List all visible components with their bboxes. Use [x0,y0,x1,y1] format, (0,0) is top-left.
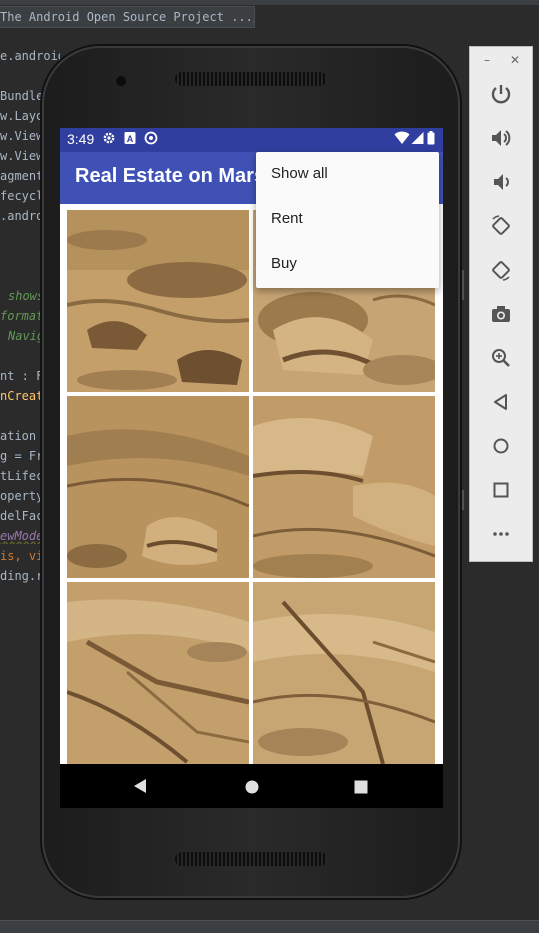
app-title: Real Estate on Mars [75,165,266,187]
gutter-mark [462,270,464,300]
gutter-mark [462,490,464,510]
sync-icon [144,131,158,149]
editor-tab-label: The Android Open Source Project .../ [0,10,255,24]
status-time: 3:49 [67,131,95,147]
battery-icon [427,131,435,149]
status-bar: 3:49 A [60,128,443,152]
volume-down-icon[interactable] [486,167,516,197]
photo-grid [67,210,435,808]
power-icon[interactable] [486,79,516,109]
signal-icon [411,131,424,149]
mars-photo-6[interactable] [253,582,435,764]
emulator-side-panel: – ✕ [469,46,533,562]
home-icon[interactable] [486,431,516,461]
front-camera [116,76,126,86]
back-icon[interactable] [486,387,516,417]
close-icon[interactable]: ✕ [510,53,520,67]
code-line: e.android [0,49,60,63]
editor-tab[interactable]: The Android Open Source Project .../ [0,6,255,28]
mars-photo-5[interactable] [67,582,249,764]
overflow-menu: Show all Rent Buy [256,152,439,288]
menu-item-buy[interactable]: Buy [256,242,439,286]
navigation-bar [60,764,443,808]
rotate-right-icon[interactable] [486,255,516,285]
mars-photo-3[interactable] [67,396,249,578]
home-icon[interactable] [245,779,259,798]
svg-text:A: A [127,134,134,144]
a-icon: A [124,131,136,149]
bottom-speaker [175,852,327,866]
ide-top-strip [0,0,539,5]
menu-item-show-all[interactable]: Show all [256,152,439,196]
ide-status-strip [0,920,539,933]
recents-icon[interactable] [354,779,368,798]
settings-icon [102,131,116,149]
phone-screen: 3:49 A Real Estate on Mars Show all Rent… [60,128,443,808]
back-icon[interactable] [133,778,147,798]
wifi-icon [394,131,410,149]
camera-icon[interactable] [486,299,516,329]
menu-item-rent[interactable]: Rent [256,197,439,241]
mars-photo-1[interactable] [67,210,249,392]
overview-icon[interactable] [486,475,516,505]
top-speaker [175,72,327,86]
more-icon[interactable] [486,519,516,549]
phone-frame: 3:49 A Real Estate on Mars Show all Rent… [42,46,460,898]
rotate-left-icon[interactable] [486,211,516,241]
zoom-icon[interactable] [486,343,516,373]
mars-photo-4[interactable] [253,396,435,578]
minimize-icon[interactable]: – [484,53,490,67]
volume-up-icon[interactable] [486,123,516,153]
